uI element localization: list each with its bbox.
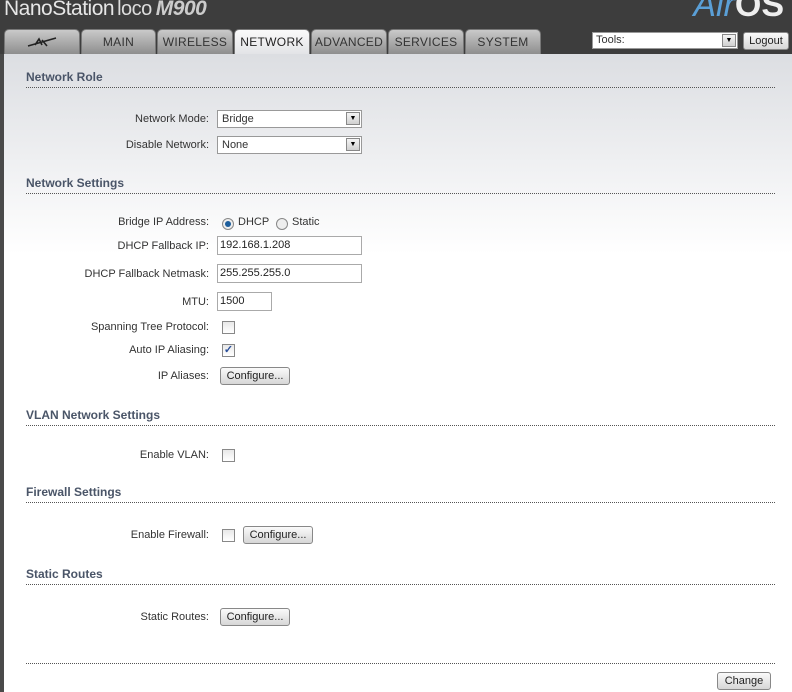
mtu-label: MTU: [182,296,209,308]
tab-wireless[interactable]: WIRELESS [157,29,233,54]
fallback-ip-label: DHCP Fallback IP: [117,240,210,252]
change-button[interactable]: Change [717,672,771,690]
chevron-down-icon: ▼ [722,34,736,47]
stp-label: Spanning Tree Protocol: [90,321,209,333]
tools-value: Tools: [596,34,625,46]
netmask-input[interactable]: 255.255.255.0 [217,264,362,283]
network-mode-value: Bridge [222,113,254,125]
section-network-role: Network Role [26,70,775,88]
airos-logo: AirOS [693,0,784,25]
model-name: M900 [155,0,207,20]
enable-firewall-label: Enable Firewall: [130,529,209,541]
stp-checkbox[interactable] [222,321,235,334]
tab-network[interactable]: NETWORK [234,29,310,55]
section-static-routes: Static Routes [26,567,775,585]
enable-firewall-checkbox[interactable] [222,529,235,542]
ip-aliases-configure-button[interactable]: Configure... [220,367,290,385]
static-radio[interactable] [276,218,288,230]
enable-vlan-label: Enable VLAN: [139,449,209,461]
dhcp-radio[interactable] [222,218,234,230]
mtu-input[interactable]: 1500 [217,292,272,311]
disable-network-label: Disable Network: [125,139,209,151]
chevron-down-icon: ▼ [346,138,360,151]
content-panel: Network Role Network Mode: Bridge ▼ Disab… [0,54,792,692]
section-firewall: Firewall Settings [26,485,775,503]
header: NanoStation loco M900 AirOS MAIN WIRELESS … [0,0,792,55]
tab-ubiquiti-logo[interactable] [4,29,80,54]
logo-air: Air [693,0,735,24]
auto-alias-checkbox[interactable]: ✓ [222,344,235,357]
firewall-configure-button[interactable]: Configure... [243,526,313,544]
fallback-ip-input[interactable]: 192.168.1.208 [217,236,362,255]
chevron-down-icon: ▼ [346,112,360,125]
tools-select[interactable]: Tools: ▼ [592,32,738,49]
tab-advanced[interactable]: ADVANCED [311,29,387,54]
product-logo: NanoStation loco M900 [4,0,207,21]
logo-os: OS [734,0,784,24]
section-vlan: VLAN Network Settings [26,408,775,426]
static-label: Static [292,216,320,228]
disable-network-select[interactable]: None ▼ [217,136,362,154]
ubiquiti-antenna-icon [27,37,57,47]
static-routes-label: Static Routes: [140,611,209,623]
brand-name: NanoStation [4,0,115,20]
auto-alias-label: Auto IP Aliasing: [129,344,209,356]
netmask-label: DHCP Fallback Netmask: [84,268,210,280]
logout-button[interactable]: Logout [743,32,789,50]
tab-system[interactable]: SYSTEM [465,29,541,54]
brand-sub: loco [117,0,152,20]
ip-aliases-label: IP Aliases: [157,370,209,382]
static-routes-configure-button[interactable]: Configure... [220,608,290,626]
network-mode-select[interactable]: Bridge ▼ [217,110,362,128]
disable-network-value: None [222,139,249,151]
bridge-ip-label: Bridge IP Address: [118,216,209,228]
tab-main[interactable]: MAIN [81,29,156,54]
dhcp-label: DHCP [238,216,270,228]
network-mode-label: Network Mode: [135,113,209,125]
divider [26,663,775,664]
tab-services[interactable]: SERVICES [388,29,464,54]
enable-vlan-checkbox[interactable] [222,449,235,462]
section-network-settings: Network Settings [26,176,775,194]
